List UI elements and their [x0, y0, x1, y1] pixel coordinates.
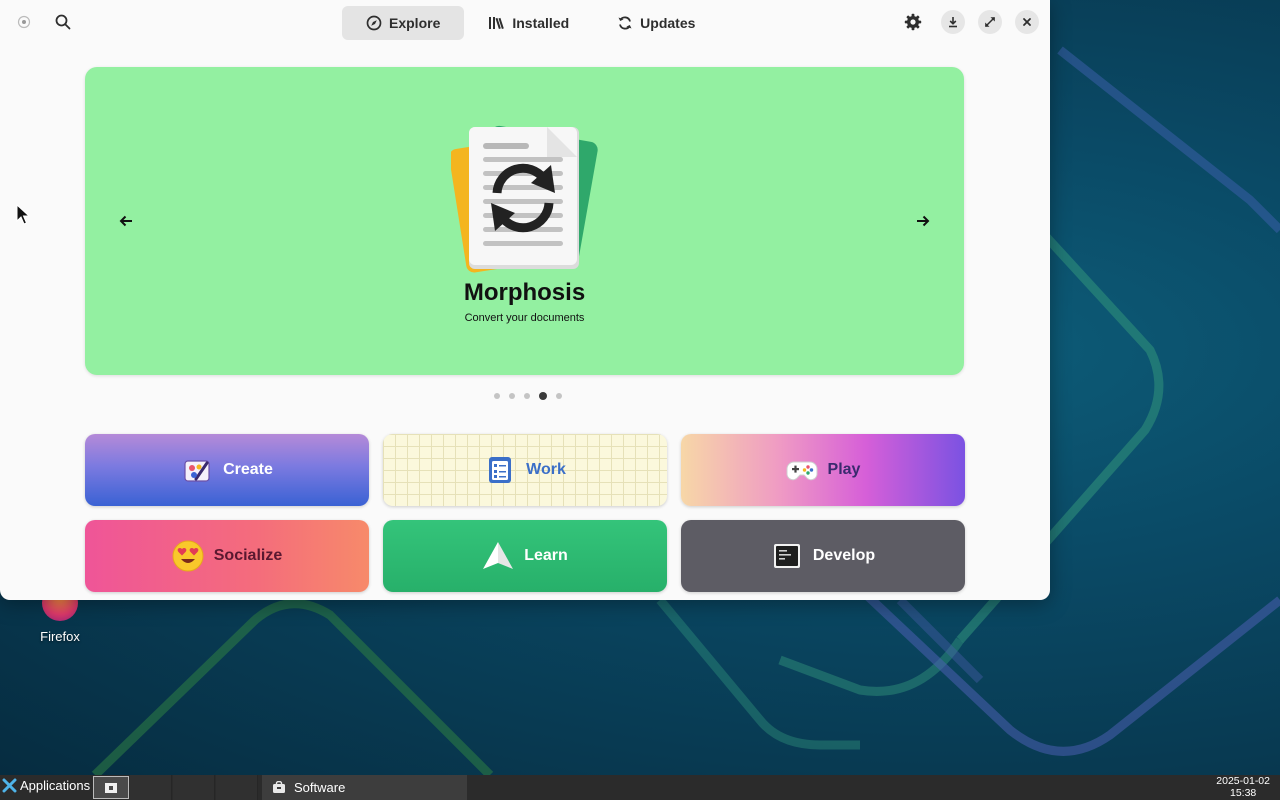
paper-plane-icon: [482, 540, 514, 572]
library-icon: [489, 17, 505, 30]
tab-installed[interactable]: Installed: [464, 6, 593, 40]
applications-menu-button[interactable]: Applications: [2, 778, 90, 793]
clock-date: 2025-01-02: [1216, 775, 1270, 787]
category-socialize-label: Socialize: [213, 547, 283, 564]
software-bag-icon: [273, 781, 285, 793]
category-play-button[interactable]: Play: [681, 434, 965, 506]
carousel-next-button[interactable]: [912, 210, 934, 232]
taskbar-panel: Applications Software 2025-01-02 15:38: [0, 775, 1280, 800]
software-window: Explore Installed Updates Morphosis Conv…: [0, 0, 1050, 600]
gamepad-icon: [786, 454, 818, 486]
panel-clock[interactable]: 2025-01-02 15:38: [1216, 775, 1270, 799]
search-icon: [55, 14, 71, 30]
category-socialize-button[interactable]: Socialize: [85, 520, 369, 592]
app-menu-button[interactable]: [10, 8, 38, 36]
maximize-icon: [984, 16, 996, 28]
category-develop-label: Develop: [812, 547, 876, 564]
download-button[interactable]: [941, 10, 965, 34]
tab-explore-label: Explore: [389, 15, 441, 31]
taskbar-item-label: Software: [294, 780, 346, 795]
carousel-indicator: [494, 392, 562, 400]
workspace-1[interactable]: [130, 775, 172, 800]
carousel-dot[interactable]: [524, 393, 530, 399]
category-develop-button[interactable]: Develop: [681, 520, 965, 592]
category-work-label: Work: [526, 461, 566, 478]
category-play-label: Play: [827, 461, 861, 478]
taskbar-item-software[interactable]: Software: [262, 775, 467, 800]
applications-menu-label: Applications: [20, 778, 91, 793]
tab-installed-label: Installed: [512, 15, 570, 31]
paint-palette-icon: [181, 454, 213, 486]
carousel-dot-active[interactable]: [539, 392, 547, 400]
desktop-icon-label: Firefox: [40, 629, 80, 644]
category-learn-button[interactable]: Learn: [383, 520, 667, 592]
tab-explore[interactable]: Explore: [342, 6, 465, 40]
category-work-button[interactable]: Work: [383, 434, 667, 506]
refresh-icon: [618, 16, 632, 30]
search-button[interactable]: [49, 8, 77, 36]
close-button[interactable]: [1015, 10, 1039, 34]
category-learn-label: Learn: [524, 547, 568, 564]
category-create-button[interactable]: Create: [85, 434, 369, 506]
app-icon: [17, 15, 31, 29]
carousel-dot[interactable]: [494, 393, 500, 399]
view-switcher: Explore Installed Updates: [342, 6, 719, 40]
terminal-icon: [771, 540, 803, 572]
featured-app-subtitle: Convert your documents: [464, 312, 585, 324]
header-bar: Explore Installed Updates: [0, 0, 1050, 44]
settings-button[interactable]: [899, 8, 927, 36]
morphosis-app-icon: [451, 125, 598, 273]
workspace-2[interactable]: [173, 775, 215, 800]
show-desktop-button[interactable]: [93, 776, 129, 799]
compass-icon: [366, 15, 382, 31]
download-icon: [949, 17, 957, 28]
maximize-button[interactable]: [978, 10, 1002, 34]
mouse-pointer-icon: [16, 204, 30, 225]
show-desktop-icon: [105, 782, 117, 793]
arrow-right-icon: [917, 215, 930, 227]
workspace-3[interactable]: [216, 775, 258, 800]
heart-eyes-emoji-icon: [172, 540, 204, 572]
category-create-label: Create: [223, 461, 273, 478]
carousel-previous-button[interactable]: [115, 210, 137, 232]
close-icon: [1023, 18, 1031, 26]
clock-time: 15:38: [1230, 787, 1257, 799]
featured-app-name: Morphosis: [463, 279, 586, 306]
tab-updates[interactable]: Updates: [593, 6, 719, 40]
carousel-dot[interactable]: [556, 393, 562, 399]
arrow-left-icon: [119, 215, 132, 227]
gear-icon: [904, 13, 922, 31]
featured-carousel[interactable]: Morphosis Convert your documents: [85, 67, 964, 375]
checklist-icon: [484, 454, 516, 486]
carousel-dot[interactable]: [509, 393, 515, 399]
tab-updates-label: Updates: [640, 15, 696, 31]
xfce-logo-icon: [2, 778, 17, 793]
